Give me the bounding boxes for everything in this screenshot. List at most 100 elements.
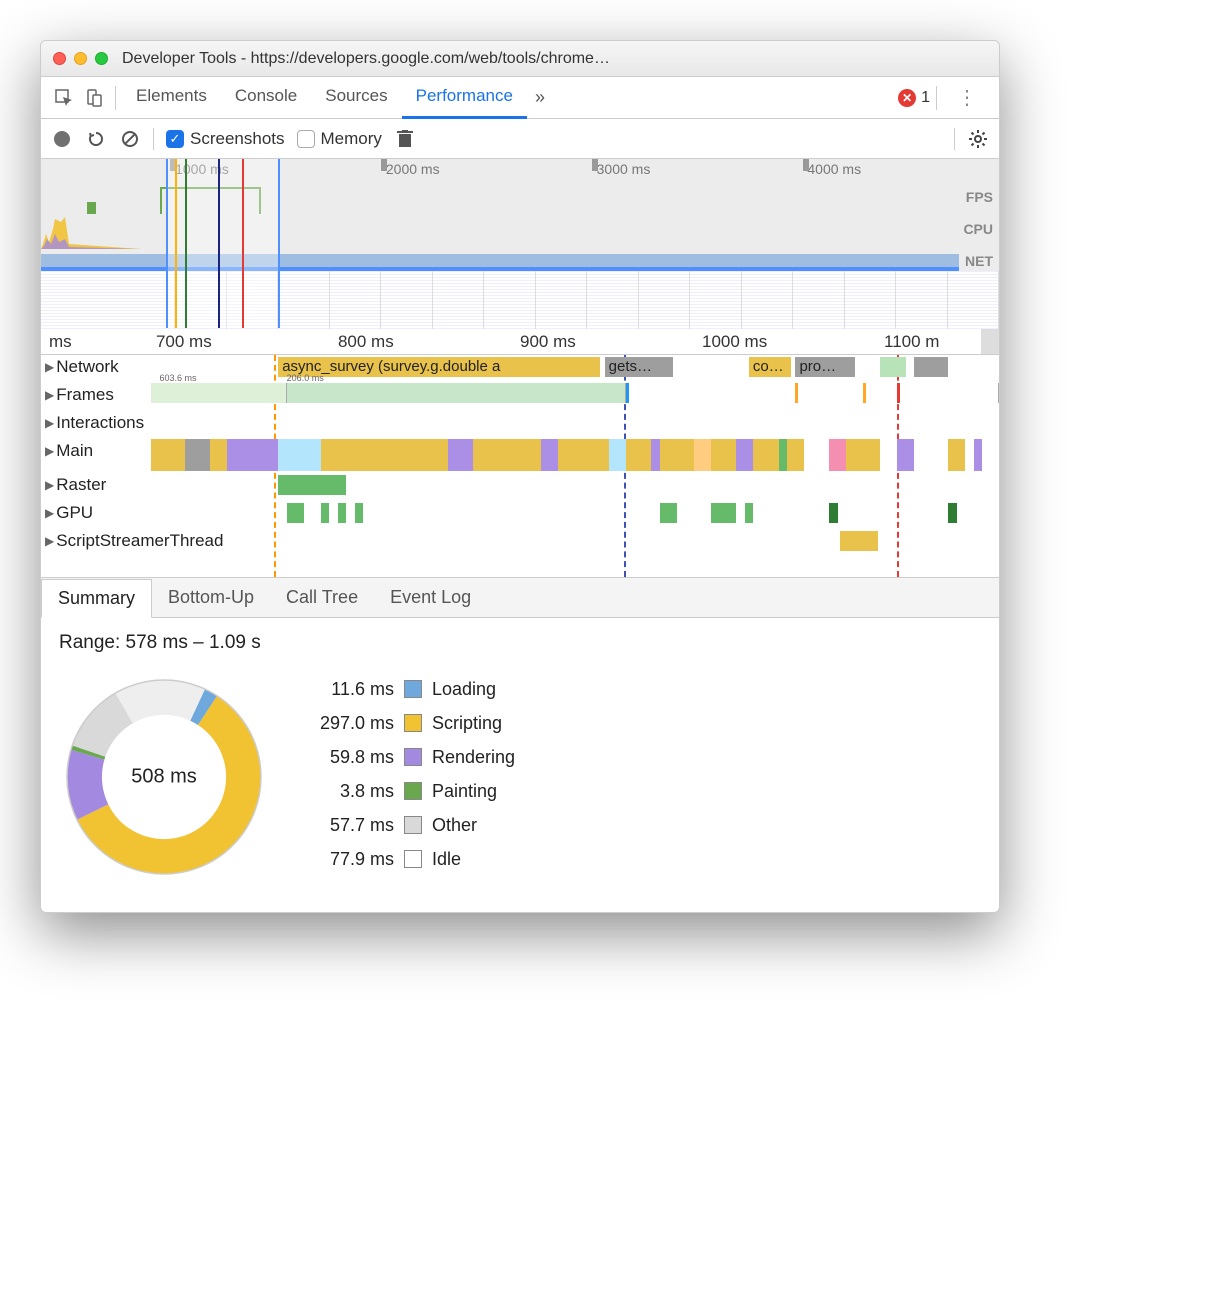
screenshots-checkbox[interactable]: ✓ Screenshots	[166, 129, 285, 149]
legend-swatch	[404, 850, 422, 868]
ruler-tick: 1100 m	[884, 332, 939, 352]
details-tab-event-log[interactable]: Event Log	[374, 579, 487, 616]
flame-bar[interactable]	[880, 357, 905, 377]
flame-bar[interactable]	[745, 503, 753, 523]
main-slice[interactable]	[321, 439, 346, 471]
tab-console[interactable]: Console	[221, 76, 311, 119]
timeline-ruler[interactable]: ms 700 ms800 ms900 ms1000 ms1100 m	[41, 329, 999, 355]
track-main[interactable]: ▶Main	[41, 439, 999, 473]
flame-bar[interactable]: pro…	[795, 357, 854, 377]
main-slice[interactable]	[694, 439, 711, 471]
more-tabs-button[interactable]: »	[527, 77, 553, 118]
flame-bar[interactable]	[660, 503, 677, 523]
main-slice[interactable]	[448, 439, 473, 471]
disclosure-icon[interactable]: ▶	[45, 534, 54, 548]
main-slice[interactable]	[541, 439, 558, 471]
zoom-window-button[interactable]	[95, 52, 108, 65]
overview-tick: 2000 ms	[386, 161, 440, 177]
details-tab-summary[interactable]: Summary	[41, 579, 152, 618]
main-slice[interactable]	[626, 439, 651, 471]
main-slice[interactable]	[829, 439, 846, 471]
disclosure-icon[interactable]: ▶	[45, 360, 54, 374]
flame-bar[interactable]	[948, 503, 956, 523]
close-window-button[interactable]	[53, 52, 66, 65]
main-slice[interactable]	[660, 439, 694, 471]
disclosure-icon[interactable]: ▶	[45, 444, 54, 458]
flame-bar[interactable]	[355, 503, 363, 523]
main-slice[interactable]	[787, 439, 804, 471]
traffic-lights	[53, 52, 108, 65]
flame-bar[interactable]	[711, 503, 736, 523]
delete-button[interactable]	[394, 128, 416, 150]
kebab-menu-icon[interactable]: ⋮	[943, 85, 991, 110]
track-frames[interactable]: ▶Frames 603.6 ms 206.0 ms	[41, 383, 999, 411]
flame-bar[interactable]: co…	[749, 357, 791, 377]
details-tab-call-tree[interactable]: Call Tree	[270, 579, 374, 616]
main-slice[interactable]	[846, 439, 880, 471]
legend-row-scripting: 297.0 msScripting	[299, 706, 515, 740]
clear-button[interactable]	[119, 128, 141, 150]
track-interactions[interactable]: ▶Interactions	[41, 411, 999, 439]
error-counter[interactable]: ✕ 1	[898, 89, 930, 107]
tab-performance[interactable]: Performance	[402, 76, 527, 119]
legend-swatch	[404, 680, 422, 698]
track-scriptstreamer[interactable]: ▶ScriptStreamerThread	[41, 529, 999, 557]
flame-bar[interactable]	[278, 475, 346, 495]
main-slice[interactable]	[609, 439, 626, 471]
reload-record-button[interactable]	[85, 128, 107, 150]
main-slice[interactable]	[974, 439, 982, 471]
overview-panel[interactable]: 1000 ms2000 ms3000 ms4000 ms FPS CPU NET	[41, 159, 999, 329]
timeline-scrollbar[interactable]	[981, 329, 999, 354]
inspect-icon[interactable]	[49, 89, 79, 107]
disclosure-icon[interactable]: ▶	[45, 388, 54, 402]
flame-bar[interactable]	[840, 531, 878, 551]
legend-swatch	[404, 714, 422, 732]
main-slice[interactable]	[711, 439, 736, 471]
main-slice[interactable]	[753, 439, 778, 471]
disclosure-icon[interactable]: ▶	[45, 416, 54, 430]
main-slice[interactable]	[558, 439, 609, 471]
main-slice[interactable]	[651, 439, 659, 471]
main-slice[interactable]	[473, 439, 541, 471]
main-slice[interactable]	[779, 439, 787, 471]
flame-chart-tracks[interactable]: ▶Network async_survey (survey.g.double a…	[41, 355, 999, 578]
ruler-unit: ms	[49, 332, 72, 352]
main-slice[interactable]	[227, 439, 278, 471]
tab-sources[interactable]: Sources	[311, 76, 401, 119]
flame-bar[interactable]	[338, 503, 346, 523]
summary-donut-chart: 508 ms	[59, 672, 269, 882]
performance-toolbar: ✓ Screenshots Memory	[41, 119, 999, 159]
flame-bar[interactable]: gets…	[605, 357, 673, 377]
memory-checkbox[interactable]: Memory	[297, 129, 382, 149]
tab-elements[interactable]: Elements	[122, 76, 221, 119]
record-button[interactable]	[51, 128, 73, 150]
minimize-window-button[interactable]	[74, 52, 87, 65]
legend-row-loading: 11.6 msLoading	[299, 672, 515, 706]
disclosure-icon[interactable]: ▶	[45, 478, 54, 492]
main-slice[interactable]	[210, 439, 227, 471]
disclosure-icon[interactable]: ▶	[45, 506, 54, 520]
overview-selection[interactable]	[166, 159, 281, 328]
flame-bar[interactable]: async_survey (survey.g.double a	[278, 357, 600, 377]
main-slice[interactable]	[151, 439, 185, 471]
main-slice[interactable]	[346, 439, 448, 471]
error-icon: ✕	[898, 89, 916, 107]
track-raster[interactable]: ▶Raster	[41, 473, 999, 501]
legend-row-idle: 77.9 msIdle	[299, 842, 515, 876]
track-gpu[interactable]: ▶GPU	[41, 501, 999, 529]
overview-tick: 3000 ms	[597, 161, 651, 177]
legend-row-other: 57.7 msOther	[299, 808, 515, 842]
legend-row-painting: 3.8 msPainting	[299, 774, 515, 808]
flame-bar[interactable]	[287, 503, 304, 523]
flame-bar[interactable]	[829, 503, 837, 523]
details-tab-bottom-up[interactable]: Bottom-Up	[152, 579, 270, 616]
device-toggle-icon[interactable]	[79, 89, 109, 107]
main-slice[interactable]	[736, 439, 753, 471]
main-slice[interactable]	[948, 439, 965, 471]
main-slice[interactable]	[185, 439, 210, 471]
settings-gear-icon[interactable]	[967, 128, 989, 150]
main-slice[interactable]	[897, 439, 914, 471]
flame-bar[interactable]	[914, 357, 948, 377]
main-slice[interactable]	[278, 439, 320, 471]
flame-bar[interactable]	[321, 503, 329, 523]
